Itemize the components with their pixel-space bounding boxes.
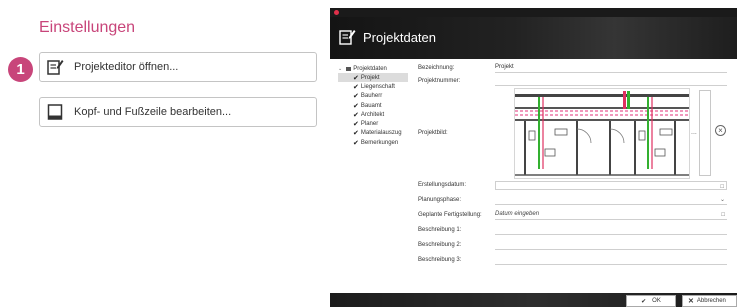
tree-item-label: Projekt [360,74,380,81]
app-icon [334,10,339,15]
check-icon: ✔ [353,102,359,110]
projektnummer-label: Projektnummer: [418,78,461,84]
image-side-panel [699,90,711,176]
check-icon: ✔ [353,130,359,138]
folder-icon [346,67,352,71]
dropdown-arrow-icon[interactable]: ⌄ [720,196,725,205]
tree-item-planer[interactable]: ✔ Planer [338,119,418,128]
calendar-icon[interactable]: □ [721,211,725,220]
tree-item-bauamt[interactable]: ✔ Bauamt [338,101,418,110]
dialog-titlebar [330,8,737,17]
tree-item-bauherr[interactable]: ✔ Bauherr [338,92,418,101]
calendar-icon[interactable]: □ [720,183,724,192]
bezeichnung-label: Bezeichnung: [418,65,455,71]
edit-document-icon [46,58,64,76]
fertigstellung-placeholder: Datum eingeben [495,211,540,217]
tree-root[interactable]: ⌄ Projektdaten [338,65,418,73]
beschreibung2-label: Beschreibung 2: [418,242,462,248]
floor-plan-image [515,91,689,176]
tree-item-architekt[interactable]: ✔ Architekt [338,110,418,119]
edit-header-footer-label: Kopf- und Fußzeile bearbeiten... [74,106,232,118]
beschreibung1-label: Beschreibung 1: [418,227,462,233]
remove-image-icon[interactable]: × [715,125,726,136]
bezeichnung-input[interactable]: Projekt [495,63,727,73]
cancel-button[interactable]: ✕ Abbrechen [682,295,737,307]
planungsphase-label: Planungsphase: [418,197,462,203]
tree-item-projekt[interactable]: ✔ Projekt [338,73,408,83]
edit-document-icon [338,28,356,51]
image-browse-button[interactable]: ... [691,129,697,136]
projektnummer-input[interactable] [495,76,727,86]
project-data-dialog: Projektdaten ⌄ Projektdaten ✔ Projekt ✔ Li… [330,8,737,307]
settings-panel: Einstellungen 1 Projekteditor öffnen... … [0,0,330,307]
tree-item-label: Bauamt [360,102,382,109]
tree-item-label: Bauherr [360,93,383,100]
planungsphase-select[interactable]: ⌄ [495,195,727,205]
edit-header-footer-button[interactable]: Kopf- und Fußzeile bearbeiten... [39,97,317,127]
settings-title: Einstellungen [39,19,136,36]
ok-label: OK [652,298,661,304]
category-tree: ⌄ Projektdaten ✔ Projekt ✔ Liegenschaft ✔ B… [338,65,418,147]
dialog-header: Projektdaten [330,17,737,59]
tree-item-label: Bemerkungen [360,139,399,146]
open-project-editor-label: Projekteditor öffnen... [74,61,179,73]
step-badge: 1 [8,57,33,82]
erstellungsdatum-input[interactable]: □ [495,181,727,190]
tree-item-materialauszug[interactable]: ✔ Materialauszug [338,129,418,138]
beschreibung3-label: Beschreibung 3: [418,257,462,263]
dialog-title: Projektdaten [363,30,436,45]
tree-root-label: Projektdaten [353,66,387,72]
tree-item-liegenschaft[interactable]: ✔ Liegenschaft [338,82,418,91]
check-icon: ✔ [353,139,359,147]
fertigstellung-input[interactable]: Datum eingeben □ [495,210,727,220]
collapse-icon[interactable]: ⌄ [338,66,342,72]
tree-item-label: Planer [360,121,379,128]
tree-item-label: Architekt [360,111,385,118]
tree-item-label: Materialauszug [360,130,402,137]
cancel-label: Abbrechen [696,298,726,304]
project-image[interactable] [514,88,690,179]
beschreibung3-input[interactable] [495,255,727,265]
erstellungsdatum-label: Erstellungsdatum: [418,182,467,188]
open-project-editor-button[interactable]: Projekteditor öffnen... [39,52,317,82]
tree-item-label: Liegenschaft [360,83,395,90]
beschreibung1-input[interactable] [495,225,727,235]
close-icon: ✕ [688,298,694,305]
check-icon: ✔ [353,111,359,119]
check-icon: ✔ [353,121,359,129]
check-icon: ✔ [641,298,647,305]
page-layout-icon [46,103,64,121]
check-icon: ✔ [353,93,359,101]
check-icon: ✔ [353,83,359,91]
ok-button[interactable]: ✔ OK [626,295,676,307]
check-icon: ✔ [353,74,359,82]
fertigstellung-label: Geplante Fertigstellung: [418,212,482,218]
projektbild-label: Projektbild: [418,130,448,136]
beschreibung2-input[interactable] [495,240,727,250]
tree-item-bemerkungen[interactable]: ✔ Bemerkungen [338,138,418,147]
